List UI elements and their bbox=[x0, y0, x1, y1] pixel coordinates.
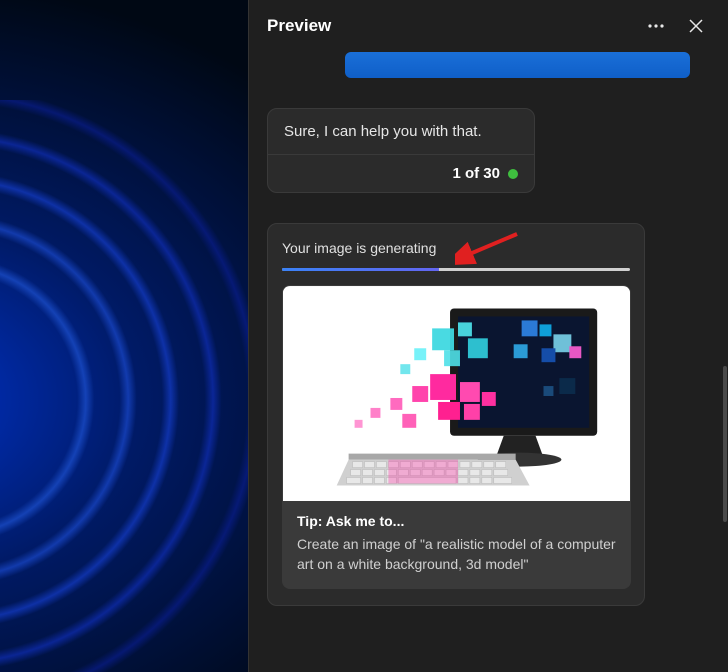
tip-title: Tip: Ask me to... bbox=[297, 513, 616, 529]
computer-art-image bbox=[283, 286, 630, 502]
desktop-wallpaper bbox=[0, 0, 248, 672]
panel-title: Preview bbox=[267, 16, 630, 36]
preview-panel: Preview Sure, I can help you with that. … bbox=[248, 0, 728, 672]
ellipsis-icon bbox=[648, 24, 664, 28]
generated-image-preview[interactable] bbox=[282, 285, 631, 501]
close-button[interactable] bbox=[682, 12, 710, 40]
close-icon bbox=[689, 19, 703, 33]
assistant-message-text: Sure, I can help you with that. bbox=[268, 109, 534, 155]
tip-body: Create an image of "a realistic model of… bbox=[297, 535, 616, 574]
generation-progress-bar bbox=[282, 268, 630, 271]
image-generation-card: Your image is generating bbox=[267, 223, 645, 606]
status-indicator-dot bbox=[508, 169, 518, 179]
primary-action-button[interactable] bbox=[345, 52, 690, 78]
assistant-message: Sure, I can help you with that. 1 of 30 bbox=[267, 108, 535, 193]
more-options-button[interactable] bbox=[642, 12, 670, 40]
assistant-message-footer: 1 of 30 bbox=[268, 155, 534, 192]
scrollbar[interactable] bbox=[723, 366, 727, 522]
tip-box: Tip: Ask me to... Create an image of "a … bbox=[282, 501, 631, 589]
generation-status-text: Your image is generating bbox=[282, 240, 630, 256]
generation-progress-fill bbox=[282, 268, 439, 271]
panel-header: Preview bbox=[249, 0, 728, 52]
message-counter: 1 of 30 bbox=[452, 165, 500, 182]
panel-body: Sure, I can help you with that. 1 of 30 … bbox=[249, 52, 728, 672]
